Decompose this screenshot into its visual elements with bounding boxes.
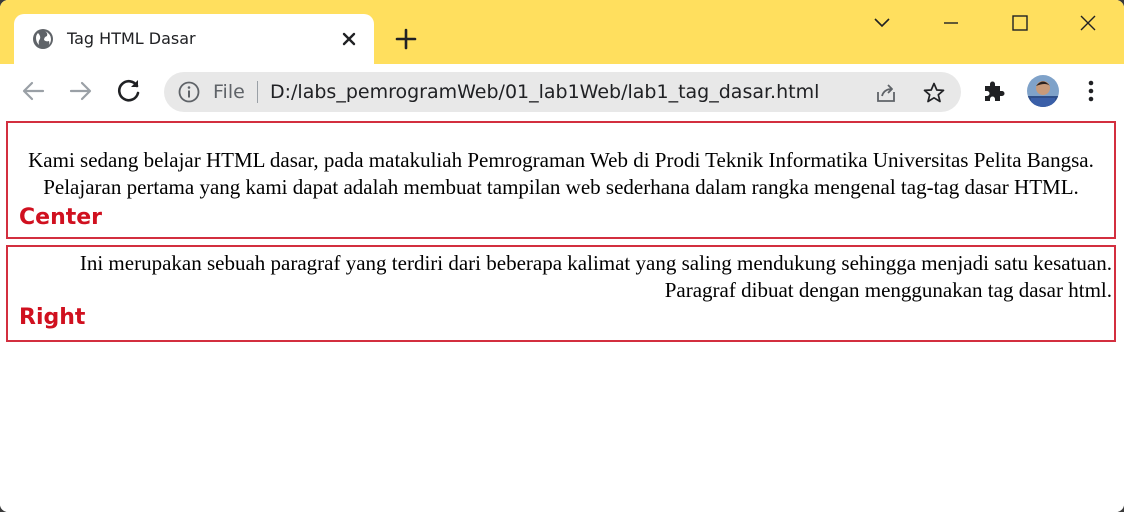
center-annotation-label: Center <box>19 205 103 230</box>
right-aligned-paragraph: Ini merupakan sebuah paragraf yang terdi… <box>79 251 1112 302</box>
tab-title: Tag HTML Dasar <box>67 29 196 48</box>
new-tab-plus-icon[interactable] <box>391 24 421 54</box>
tab-strip: Tag HTML Dasar <box>0 0 1124 66</box>
page-viewport: Kami sedang belajar HTML dasar, pada mat… <box>0 118 1124 512</box>
bookmark-star-icon[interactable] <box>922 81 946 105</box>
right-paragraph-box: Ini merupakan sebuah paragraf yang terdi… <box>6 245 1116 342</box>
browser-window: Tag HTML Dasar File D:/labs_pemrogramWeb… <box>0 0 1124 512</box>
share-icon[interactable] <box>874 81 898 105</box>
url-text[interactable]: D:/labs_pemrogramWeb/01_lab1Web/lab1_tag… <box>270 81 819 103</box>
info-icon[interactable] <box>178 81 200 103</box>
avatar[interactable] <box>1026 74 1060 108</box>
close-window-icon[interactable] <box>1068 8 1108 40</box>
tab-active[interactable]: Tag HTML Dasar <box>14 14 374 66</box>
tab-search-chevron-icon[interactable] <box>862 8 902 40</box>
omnibox-divider <box>257 81 258 103</box>
address-bar[interactable]: File D:/labs_pemrogramWeb/01_lab1Web/lab… <box>164 72 961 112</box>
maximize-icon[interactable] <box>1000 8 1040 40</box>
reload-icon[interactable] <box>114 76 144 106</box>
close-tab-icon[interactable] <box>336 26 362 52</box>
minimize-icon[interactable] <box>931 8 971 40</box>
centered-paragraph: Kami sedang belajar HTML dasar, pada mat… <box>28 148 1094 199</box>
extensions-puzzle-icon[interactable] <box>979 76 1009 106</box>
browser-toolbar: File D:/labs_pemrogramWeb/01_lab1Web/lab… <box>0 64 1124 118</box>
scheme-label: File <box>213 81 245 103</box>
forward-arrow-icon[interactable] <box>66 76 96 106</box>
center-paragraph-box: Kami sedang belajar HTML dasar, pada mat… <box>6 121 1116 239</box>
back-arrow-icon[interactable] <box>18 76 48 106</box>
menu-dots-icon[interactable] <box>1076 76 1106 106</box>
globe-icon <box>32 28 54 50</box>
right-annotation-label: Right <box>19 305 86 330</box>
